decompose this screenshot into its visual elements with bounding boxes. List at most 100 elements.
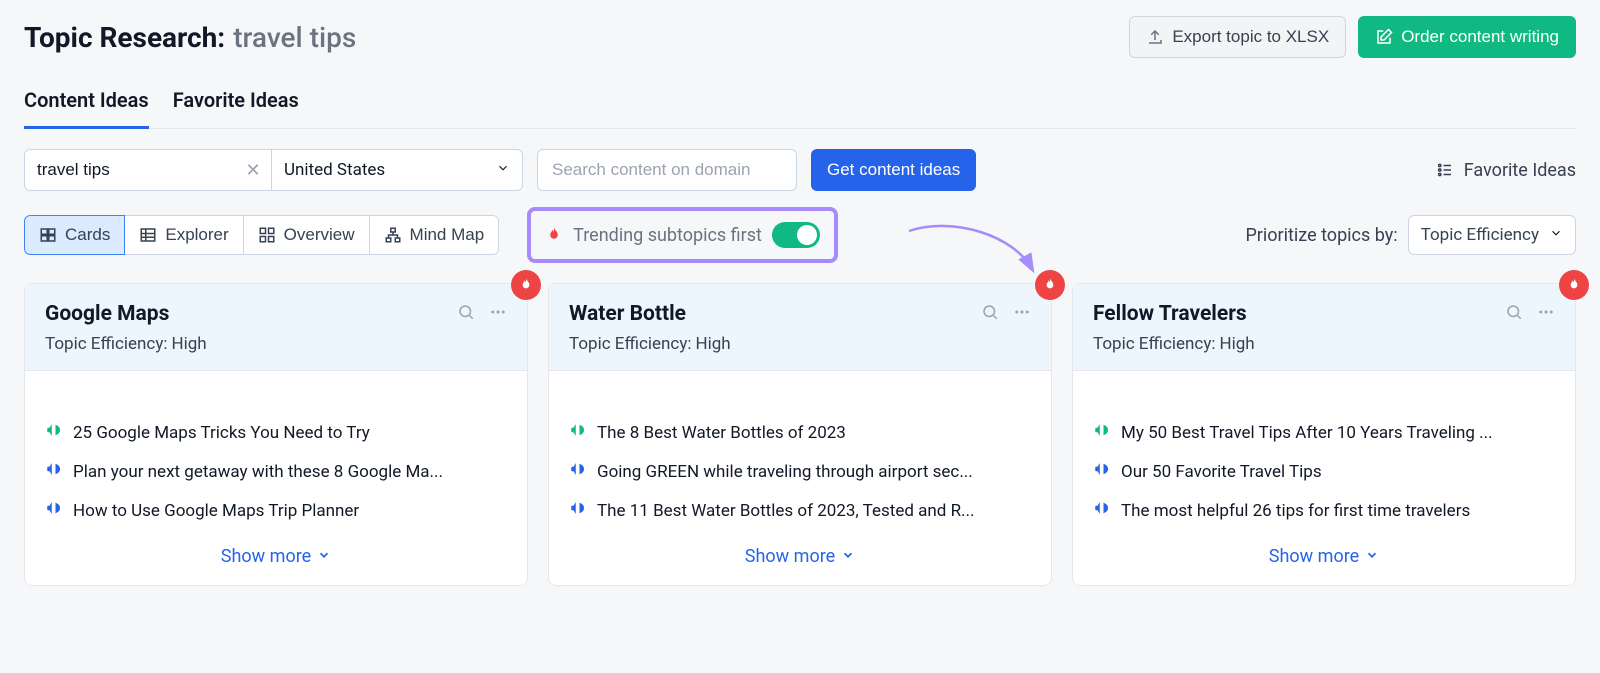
headline-item[interactable]: How to Use Google Maps Trip Planner: [45, 499, 507, 522]
order-content-button[interactable]: Order content writing: [1358, 16, 1576, 58]
view-cards-label: Cards: [65, 225, 110, 245]
topic-card: Water Bottle Topic Efficiency:High The 8 B…: [548, 283, 1052, 586]
card-title: Google Maps: [45, 302, 169, 326]
show-more-button[interactable]: Show more: [1073, 532, 1575, 585]
view-overview[interactable]: Overview: [243, 215, 370, 255]
fire-badge: [511, 270, 541, 300]
card-body: My 50 Best Travel Tips After 10 Years Tr…: [1073, 371, 1575, 532]
prioritize-value: Topic Efficiency: [1421, 225, 1539, 245]
efficiency-label: Topic Efficiency:: [1093, 334, 1215, 354]
tab-content-ideas[interactable]: Content Ideas: [24, 80, 149, 129]
show-more-button[interactable]: Show more: [25, 532, 527, 585]
headline-item[interactable]: My 50 Best Travel Tips After 10 Years Tr…: [1093, 421, 1555, 444]
favorite-ideas-link-label: Favorite Ideas: [1464, 160, 1576, 181]
show-more-label: Show more: [1269, 546, 1359, 567]
headline-text: How to Use Google Maps Trip Planner: [73, 501, 359, 521]
headline-item[interactable]: Plan your next getaway with these 8 Goog…: [45, 460, 507, 483]
show-more-button[interactable]: Show more: [549, 532, 1051, 585]
bullhorn-icon: [45, 499, 63, 522]
card-header: Fellow Travelers Topic Efficiency:High: [1073, 284, 1575, 371]
prioritize-select[interactable]: Topic Efficiency: [1408, 215, 1576, 255]
tab-favorite-ideas[interactable]: Favorite Ideas: [173, 80, 299, 129]
view-explorer[interactable]: Explorer: [124, 215, 243, 255]
trending-subtopics-highlight: Trending subtopics first: [527, 207, 838, 263]
efficiency-value: High: [1219, 334, 1254, 354]
search-domain-input[interactable]: [537, 149, 797, 191]
bullhorn-icon: [1093, 460, 1111, 483]
efficiency: Topic Efficiency:High: [569, 334, 1031, 354]
search-icon[interactable]: [981, 303, 999, 325]
efficiency-label: Topic Efficiency:: [45, 334, 167, 354]
fire-badge: [1035, 270, 1065, 300]
search-icon[interactable]: [457, 303, 475, 325]
table-icon: [139, 226, 157, 244]
chevron-down-icon: [1365, 546, 1379, 567]
trending-label: Trending subtopics first: [573, 225, 762, 246]
order-content-label: Order content writing: [1401, 27, 1559, 47]
mindmap-icon: [384, 226, 402, 244]
export-xlsx-label: Export topic to XLSX: [1172, 27, 1329, 47]
headline-text: 25 Google Maps Tricks You Need to Try: [73, 423, 370, 443]
favorite-ideas-link[interactable]: Favorite Ideas: [1436, 160, 1576, 181]
view-mindmap-label: Mind Map: [410, 225, 485, 245]
headline-item[interactable]: 25 Google Maps Tricks You Need to Try: [45, 421, 507, 444]
get-content-ideas-label: Get content ideas: [827, 160, 960, 180]
trending-toggle[interactable]: [772, 222, 820, 248]
headline-item[interactable]: Going GREEN while traveling through airp…: [569, 460, 1031, 483]
cards-icon: [39, 226, 57, 244]
bullhorn-icon: [45, 460, 63, 483]
efficiency-value: High: [695, 334, 730, 354]
search-icon[interactable]: [1505, 303, 1523, 325]
chevron-down-icon: [496, 160, 510, 180]
headline-item[interactable]: The most helpful 26 tips for first time …: [1093, 499, 1555, 522]
headline-item[interactable]: The 11 Best Water Bottles of 2023, Teste…: [569, 499, 1031, 522]
efficiency-value: High: [171, 334, 206, 354]
bullhorn-icon: [569, 460, 587, 483]
fire-badge: [1559, 270, 1589, 300]
tabs: Content Ideas Favorite Ideas: [24, 80, 1576, 129]
card-title: Fellow Travelers: [1093, 302, 1247, 326]
headline-item[interactable]: Our 50 Favorite Travel Tips: [1093, 460, 1555, 483]
toggle-knob: [797, 225, 817, 245]
headline-text: The 8 Best Water Bottles of 2023: [597, 423, 846, 443]
page-title-topic: travel tips: [233, 21, 356, 54]
card-header: Water Bottle Topic Efficiency:High: [549, 284, 1051, 371]
headline-item[interactable]: The 8 Best Water Bottles of 2023: [569, 421, 1031, 444]
efficiency-label: Topic Efficiency:: [569, 334, 691, 354]
bullhorn-icon: [1093, 421, 1111, 444]
topic-input[interactable]: [25, 150, 235, 190]
bullhorn-icon: [569, 499, 587, 522]
card-title: Water Bottle: [569, 302, 686, 326]
view-overview-label: Overview: [284, 225, 355, 245]
view-mindmap[interactable]: Mind Map: [369, 215, 500, 255]
close-icon: ✕: [245, 160, 260, 180]
more-icon[interactable]: [1537, 303, 1555, 325]
edit-icon: [1375, 28, 1393, 46]
more-icon[interactable]: [1013, 303, 1031, 325]
clear-topic-button[interactable]: ✕: [235, 150, 271, 190]
topic-card: Google Maps Topic Efficiency:High 25 Googl…: [24, 283, 528, 586]
card-body: The 8 Best Water Bottles of 2023 Going GR…: [549, 371, 1051, 532]
arrow-annotation: [904, 211, 1044, 281]
fire-icon: [545, 226, 563, 244]
view-cards[interactable]: Cards: [24, 215, 125, 255]
chevron-down-icon: [317, 546, 331, 567]
overview-icon: [258, 226, 276, 244]
headline-text: The most helpful 26 tips for first time …: [1121, 501, 1470, 521]
prioritize-label: Prioritize topics by:: [1245, 225, 1397, 246]
topic-card: Fellow Travelers Topic Efficiency:High My …: [1072, 283, 1576, 586]
list-icon: [1436, 161, 1454, 179]
chevron-down-icon: [1549, 225, 1563, 245]
get-content-ideas-button[interactable]: Get content ideas: [811, 149, 976, 191]
headline-text: Our 50 Favorite Travel Tips: [1121, 462, 1322, 482]
view-segmented-control: Cards Explorer Overview Mind Map: [24, 215, 499, 255]
bullhorn-icon: [45, 421, 63, 444]
card-body: 25 Google Maps Tricks You Need to Try Pla…: [25, 371, 527, 532]
bullhorn-icon: [1093, 499, 1111, 522]
headline-text: My 50 Best Travel Tips After 10 Years Tr…: [1121, 423, 1493, 443]
more-icon[interactable]: [489, 303, 507, 325]
region-value: United States: [284, 160, 385, 180]
export-xlsx-button[interactable]: Export topic to XLSX: [1129, 16, 1346, 58]
card-header: Google Maps Topic Efficiency:High: [25, 284, 527, 371]
region-select[interactable]: United States: [272, 150, 522, 190]
